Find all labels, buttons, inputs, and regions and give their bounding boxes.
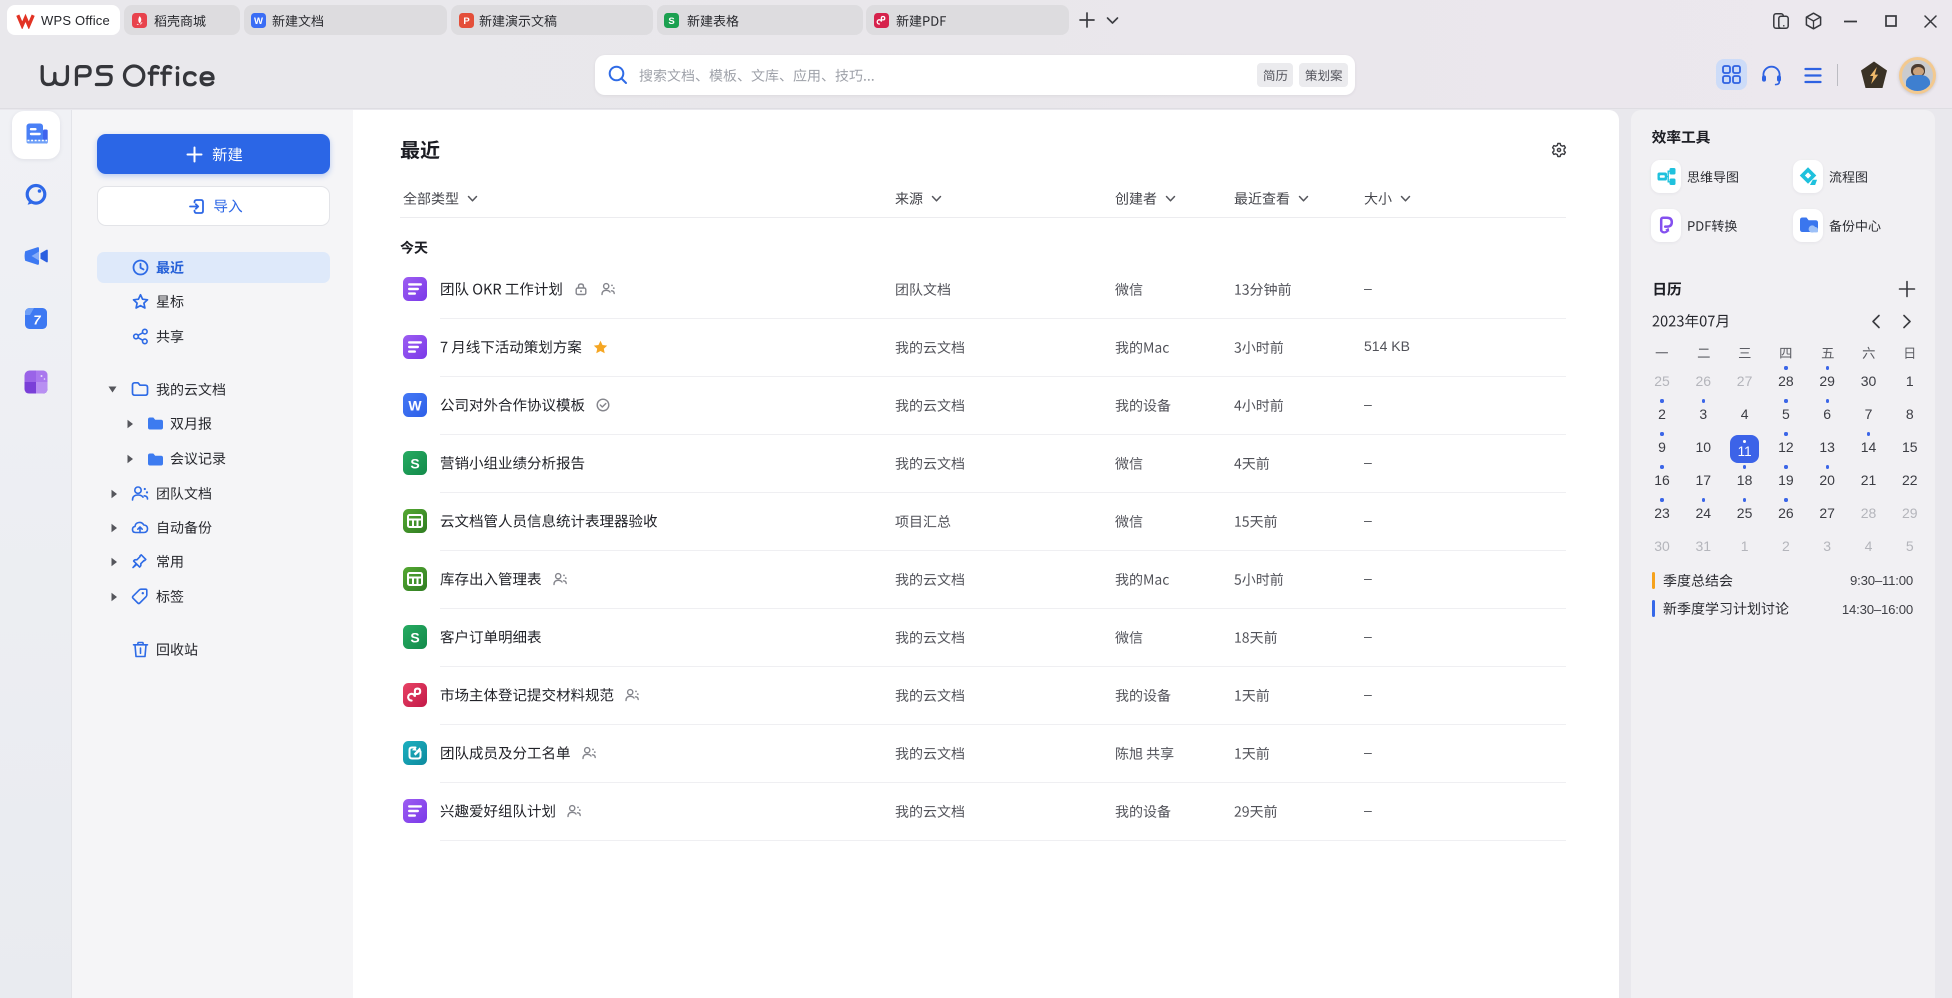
- svg-text:7: 7: [33, 313, 41, 328]
- svg-text:W: W: [254, 16, 263, 27]
- svg-text:S: S: [410, 630, 419, 646]
- svg-text:P: P: [463, 16, 470, 27]
- svg-text:W: W: [408, 398, 422, 414]
- svg-text:S: S: [668, 16, 674, 27]
- svg-text:S: S: [410, 456, 419, 472]
